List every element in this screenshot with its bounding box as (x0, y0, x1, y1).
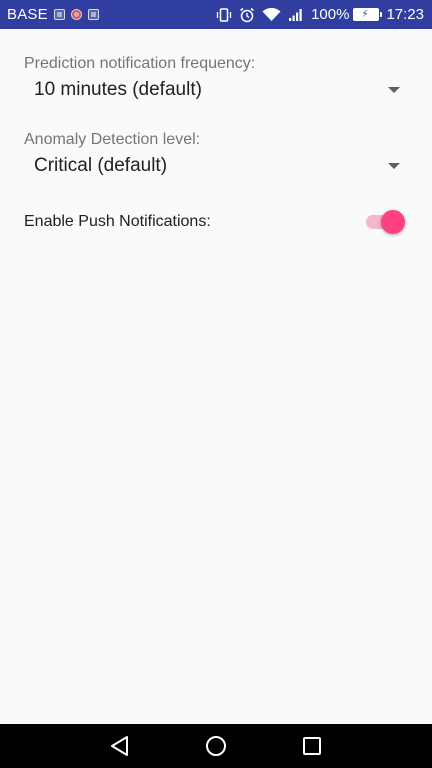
switch-thumb (381, 210, 405, 234)
battery-charging-icon: ⚡ (353, 8, 383, 21)
anomaly-level-dropdown[interactable]: Critical (default) (24, 148, 408, 184)
vibrate-icon (216, 7, 232, 23)
status-bar-right: 100% ⚡ 17:23 (216, 6, 424, 23)
app-notification-icon (53, 9, 65, 20)
app-notification-icon (87, 9, 99, 20)
prediction-frequency-label: Prediction notification frequency: (24, 55, 256, 72)
dropdown-arrow-icon (388, 163, 400, 169)
cell-signal-icon (288, 7, 304, 22)
recents-icon (302, 736, 322, 756)
home-icon (205, 735, 227, 757)
anomaly-level-value: Critical (default) (34, 155, 168, 176)
push-notifications-row: Enable Push Notifications: (24, 204, 408, 240)
back-button[interactable] (90, 724, 150, 768)
anomaly-level-label: Anomaly Detection level: (24, 131, 201, 148)
wifi-icon (262, 7, 281, 22)
status-bar: BASE 100% ⚡ 17:23 (0, 0, 432, 29)
home-button[interactable] (186, 724, 246, 768)
settings-screen: Prediction notification frequency: 10 mi… (0, 29, 432, 724)
status-bar-left: BASE (7, 6, 216, 23)
carrier-label: BASE (7, 6, 48, 23)
push-notifications-label: Enable Push Notifications: (24, 213, 211, 230)
back-icon (109, 735, 131, 757)
app-notification-icon (70, 9, 82, 20)
prediction-frequency-value: 10 minutes (default) (34, 79, 202, 100)
push-notifications-switch[interactable] (364, 207, 405, 237)
dropdown-arrow-icon (388, 87, 400, 93)
battery-indicator: 100% ⚡ (311, 6, 383, 23)
clock-time: 17:23 (386, 6, 424, 23)
prediction-frequency-dropdown[interactable]: 10 minutes (default) (24, 72, 408, 108)
alarm-clock-icon (239, 7, 255, 23)
recents-button[interactable] (282, 724, 342, 768)
battery-percent: 100% (311, 6, 350, 23)
navigation-bar (0, 724, 432, 768)
